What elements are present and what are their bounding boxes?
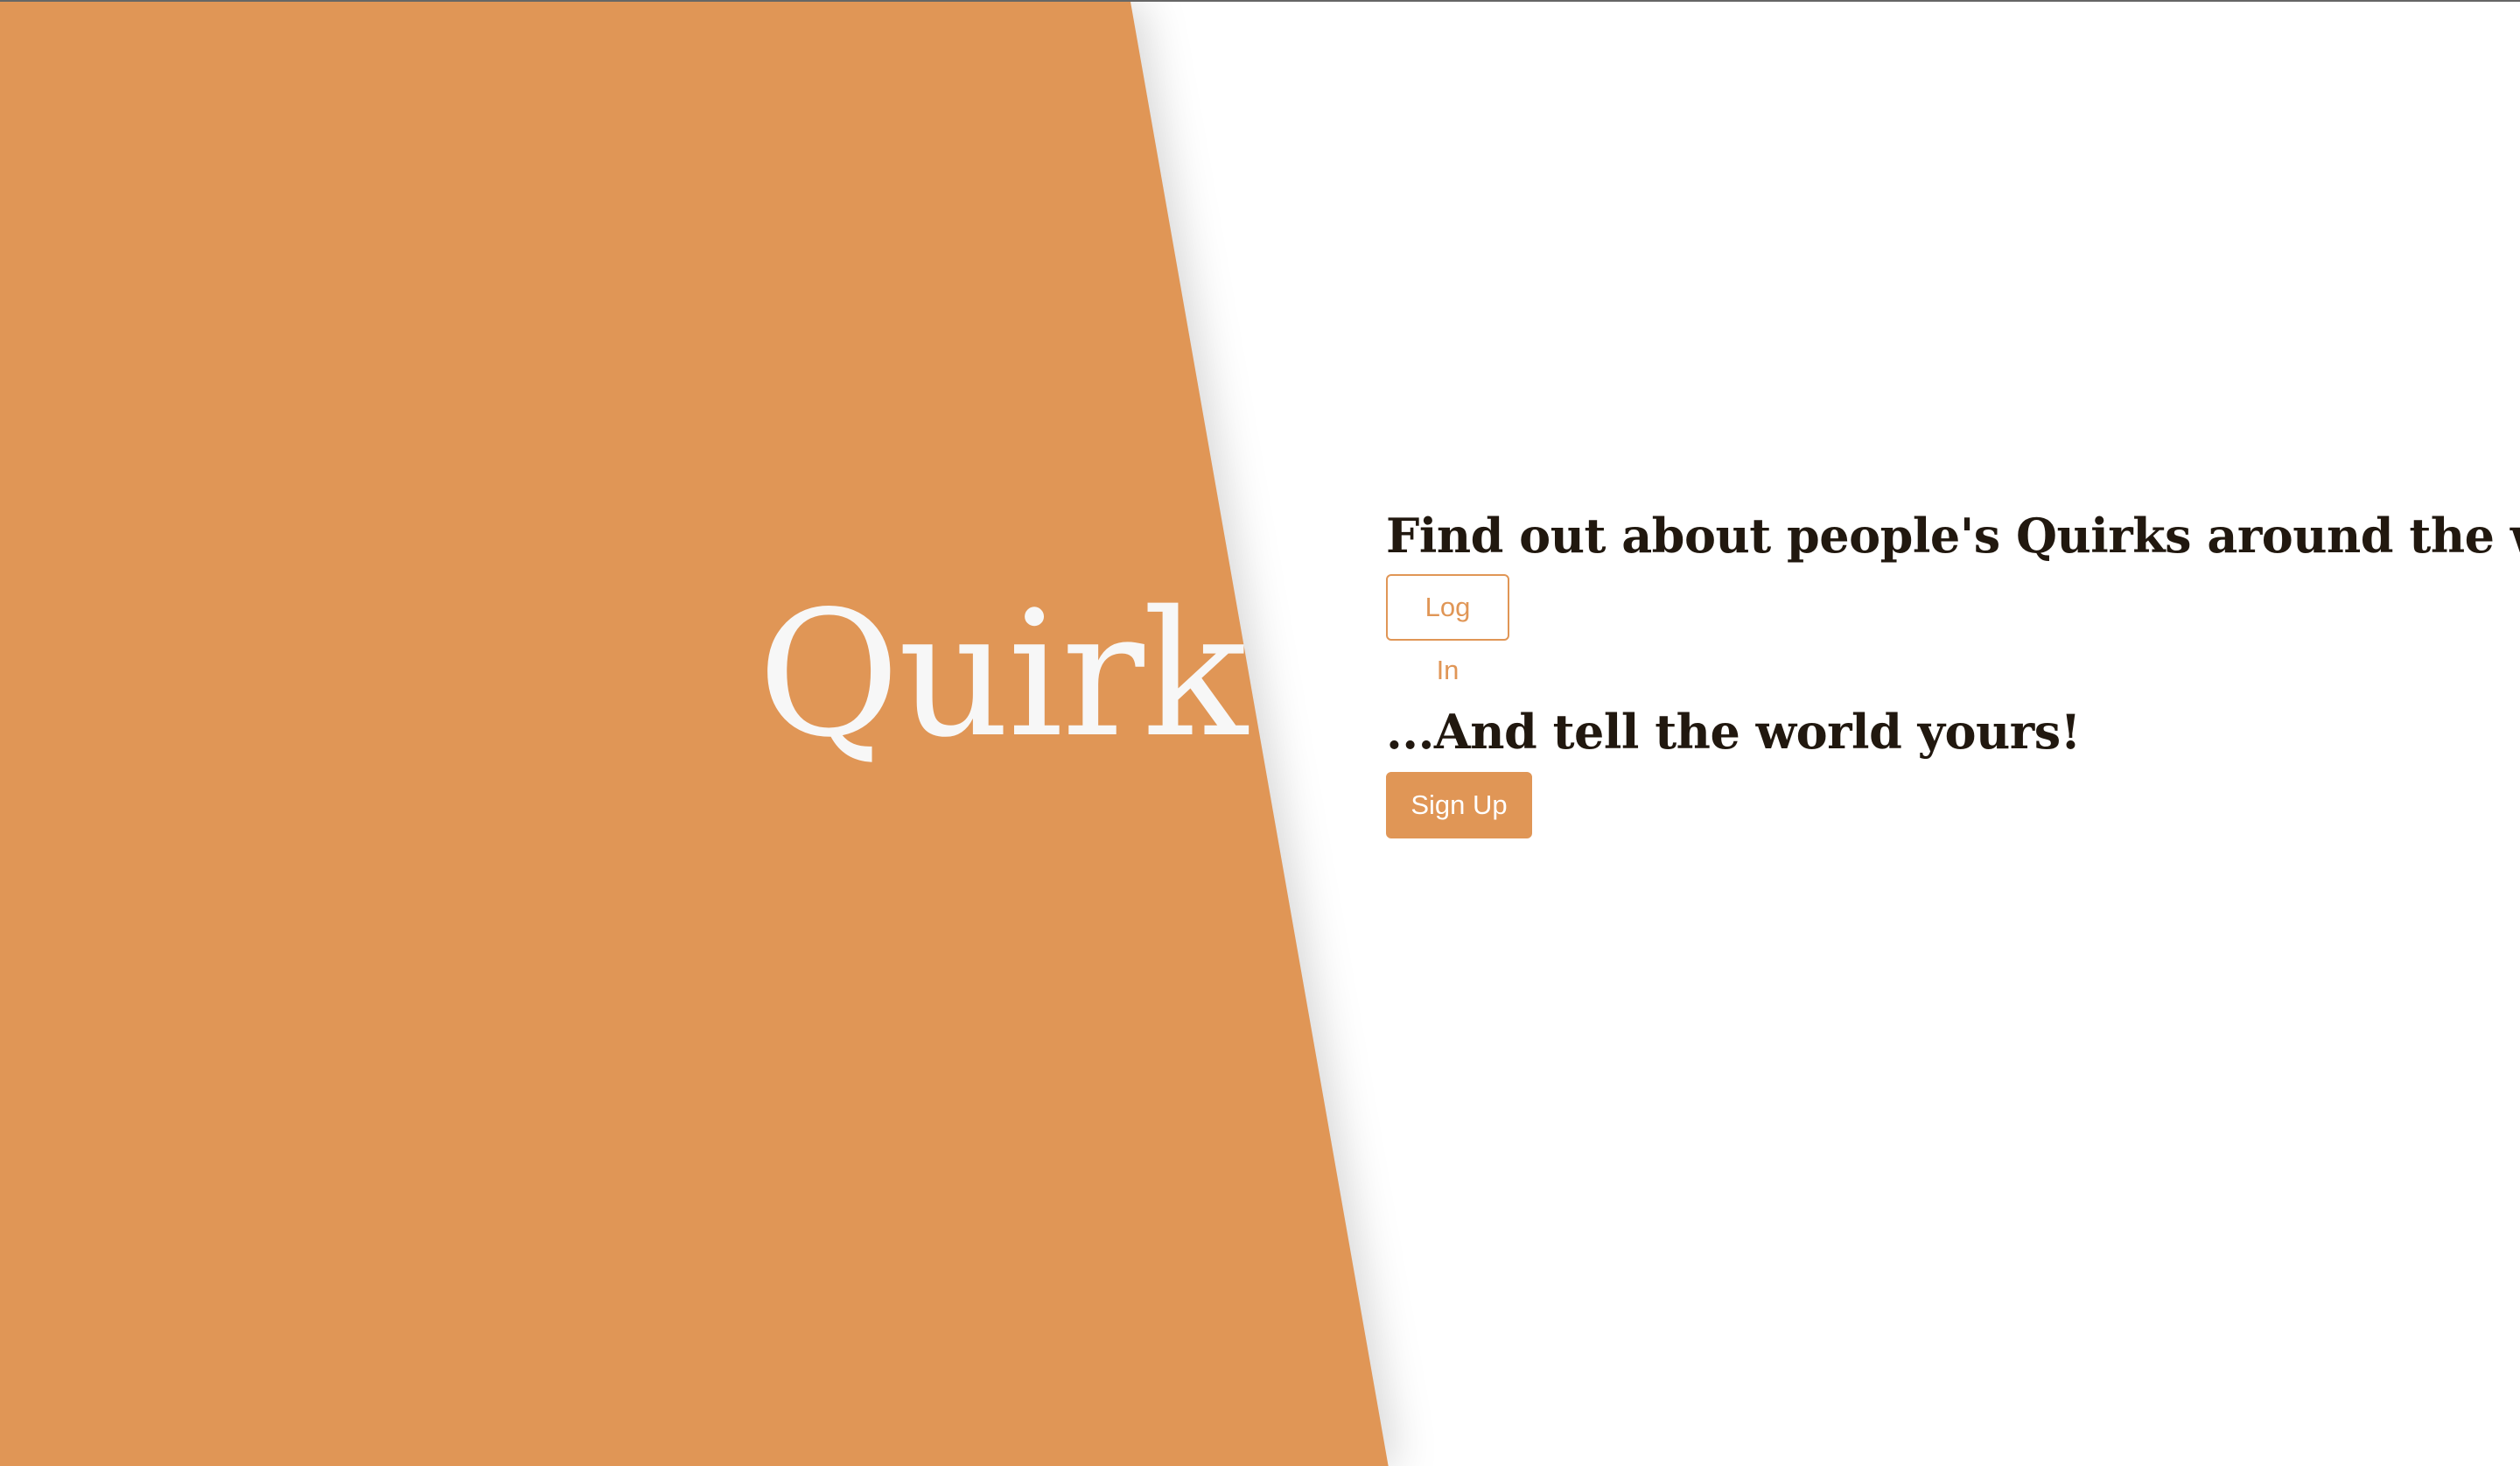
log-in-button[interactable]: Log In xyxy=(1386,574,1509,685)
secondary-headline: ...And tell the world yours! xyxy=(1386,704,2081,760)
primary-headline: Find out about people's Quirks around th… xyxy=(1386,508,2520,564)
hero-content: Find out about people's Quirks around th… xyxy=(1386,504,2520,838)
landing-page: Quirk Find out about people's Quirks aro… xyxy=(0,0,2520,1466)
brand-title: Quirk xyxy=(758,573,1248,775)
sign-up-button[interactable]: Sign Up xyxy=(1386,772,1532,838)
